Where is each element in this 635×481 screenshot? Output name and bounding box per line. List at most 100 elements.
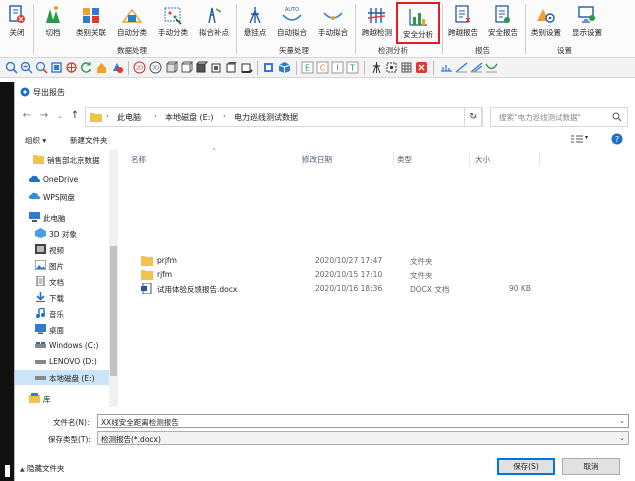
- column-header-name[interactable]: 名称: [131, 154, 146, 165]
- view-options-icon[interactable]: [571, 134, 583, 144]
- search-box[interactable]: 搜索"电力巡线测试数据": [490, 107, 628, 127]
- cube-color-icon[interactable]: [278, 61, 291, 74]
- tower-icon[interactable]: [370, 61, 383, 74]
- cube-top-icon[interactable]: [225, 61, 238, 74]
- safety-analysis-button[interactable]: 安全分析: [396, 2, 440, 44]
- auto-fit-button[interactable]: AUTO 自动拟合: [273, 2, 311, 44]
- drive-icon: [35, 376, 46, 380]
- help-icon[interactable]: ?: [611, 133, 623, 145]
- new-folder-button[interactable]: 新建文件夹: [70, 135, 108, 146]
- breadcrumb-folder[interactable]: 电力巡线测试数据: [234, 112, 298, 123]
- category-link-button[interactable]: 类别关联: [72, 2, 110, 44]
- nav-item-documents[interactable]: 文档: [15, 274, 109, 289]
- tool-separator: [257, 61, 258, 75]
- category-settings-button[interactable]: 类别设置: [527, 2, 565, 44]
- intensity-color-icon[interactable]: I: [331, 61, 344, 74]
- manual-classify-button[interactable]: 手动分类: [154, 2, 192, 44]
- sort-ascending-icon: ⌃: [211, 147, 217, 155]
- hide-folders-toggle[interactable]: ▲ 隐藏文件夹: [20, 463, 65, 474]
- nav-scrollbar[interactable]: [109, 150, 118, 407]
- fit-point-button[interactable]: 拟合补点: [195, 2, 233, 44]
- nav-item-sales-data[interactable]: 销售部北京数据: [15, 152, 109, 167]
- grid-icon[interactable]: [400, 61, 413, 74]
- column-header-date[interactable]: 修改日期: [302, 154, 332, 165]
- nav-item-this-pc[interactable]: 此电脑: [15, 210, 109, 225]
- document-icon: [36, 276, 45, 286]
- file-row[interactable]: 试用体验反馈报告.docx 2020/10/16 18:36 DOCX 文档 9…: [119, 282, 635, 296]
- back-arrow-icon[interactable]: ←: [21, 110, 33, 122]
- 3d-objects-icon: [35, 228, 46, 238]
- nav-item-music[interactable]: 音乐: [15, 306, 109, 321]
- auto-classify-icon: [121, 8, 143, 23]
- text-color-icon[interactable]: T: [346, 61, 359, 74]
- nav-item-wps-cloud[interactable]: WPS网盘: [15, 189, 109, 204]
- manual-fit-button[interactable]: 手动拟合: [314, 2, 352, 44]
- crossing-detect-button[interactable]: 跨越检测: [358, 2, 396, 44]
- up-arrow-icon[interactable]: ↑: [69, 110, 81, 122]
- view-dropdown-icon[interactable]: ▾: [585, 134, 588, 141]
- file-row[interactable]: rjfm 2020/10/15 17:10 文件夹: [119, 268, 635, 282]
- organize-menu[interactable]: 组织 ▾: [25, 135, 46, 146]
- safety-report-button[interactable]: 安全报告: [484, 2, 522, 44]
- chevron-down-icon[interactable]: ⌄: [619, 417, 625, 425]
- display-settings-button[interactable]: 显示设置: [567, 2, 607, 44]
- filename-input[interactable]: XX线安全距离检测报告 ⌄: [97, 414, 629, 428]
- nav-item-3d-objects[interactable]: 3D 对象: [15, 226, 109, 241]
- 3d-view-icon[interactable]: 3D: [149, 61, 162, 74]
- cube-back-icon[interactable]: [180, 61, 193, 74]
- measure-icon[interactable]: [385, 61, 398, 74]
- pan-icon[interactable]: [65, 61, 78, 74]
- zoom-window-icon[interactable]: [35, 61, 48, 74]
- nav-item-drive-e[interactable]: 本地磁盘 (E:): [15, 370, 109, 385]
- horizontal-profile-icon[interactable]: [440, 61, 453, 74]
- column-header-type[interactable]: 类型: [397, 154, 412, 165]
- address-bar[interactable]: › 此电脑 › 本地磁盘 (E:) › 电力巡线测试数据 ⌄: [85, 107, 483, 127]
- cube-bottom-icon[interactable]: [240, 61, 253, 74]
- auto-classify-button[interactable]: 自动分类: [114, 2, 150, 44]
- column-header-size[interactable]: 大小: [475, 154, 490, 165]
- cube-front-icon[interactable]: [165, 61, 178, 74]
- nav-item-library[interactable]: 库: [15, 391, 109, 406]
- class-color-icon[interactable]: C: [316, 61, 329, 74]
- home-view-icon[interactable]: [95, 61, 108, 74]
- nav-item-desktop[interactable]: 桌面: [15, 322, 109, 337]
- layer-icon[interactable]: [262, 61, 275, 74]
- crossing-report-button[interactable]: 跨越报告: [444, 2, 482, 44]
- zoom-out-icon[interactable]: [20, 61, 33, 74]
- elevation-color-icon[interactable]: E: [301, 61, 314, 74]
- group-separator: [236, 4, 237, 54]
- refresh-button[interactable]: ↻: [464, 107, 482, 127]
- close-button[interactable]: 关闭: [2, 2, 32, 44]
- nav-item-pictures[interactable]: 图片: [15, 258, 109, 273]
- filetype-select[interactable]: 检测报告(*.docx) ⌄: [97, 431, 629, 445]
- vertical-profile-icon[interactable]: [455, 61, 468, 74]
- cube-left-icon[interactable]: [195, 61, 208, 74]
- zoom-in-icon[interactable]: [5, 61, 18, 74]
- nav-item-drive-c[interactable]: Windows (C:): [15, 338, 109, 353]
- nav-item-downloads[interactable]: 下载: [15, 290, 109, 305]
- hang-point-button[interactable]: 悬挂点: [240, 2, 270, 44]
- file-row[interactable]: prjfm 2020/10/27 17:47 文件夹: [119, 254, 635, 268]
- breadcrumb-drive[interactable]: 本地磁盘 (E:): [165, 112, 214, 123]
- cancel-button[interactable]: 取消: [562, 458, 620, 475]
- forward-arrow-icon[interactable]: →: [38, 110, 50, 122]
- column-divider: [393, 152, 394, 166]
- cut-section-icon[interactable]: [470, 61, 483, 74]
- catenary-icon[interactable]: [485, 61, 498, 74]
- background-strip: [0, 82, 14, 481]
- 2d-view-icon[interactable]: 2D: [133, 61, 146, 74]
- color-layer-icon[interactable]: [111, 61, 124, 74]
- chevron-down-icon[interactable]: ⌄: [619, 434, 625, 442]
- cube-right-icon[interactable]: [210, 61, 223, 74]
- nav-item-onedrive[interactable]: OneDrive: [15, 172, 109, 187]
- nav-item-video[interactable]: 视频: [15, 242, 109, 257]
- switch-button[interactable]: 切档: [38, 2, 68, 44]
- recent-chevron-icon[interactable]: ⌄: [54, 110, 66, 122]
- rotate-icon[interactable]: [80, 61, 93, 74]
- save-button[interactable]: 保存(S): [497, 458, 555, 475]
- breadcrumb-this-pc[interactable]: 此电脑: [117, 112, 141, 123]
- fit-extent-icon[interactable]: [50, 61, 63, 74]
- clear-icon[interactable]: [415, 61, 428, 74]
- nav-item-drive-d[interactable]: LENOVO (D:): [15, 354, 109, 369]
- scrollbar-thumb[interactable]: [110, 246, 117, 376]
